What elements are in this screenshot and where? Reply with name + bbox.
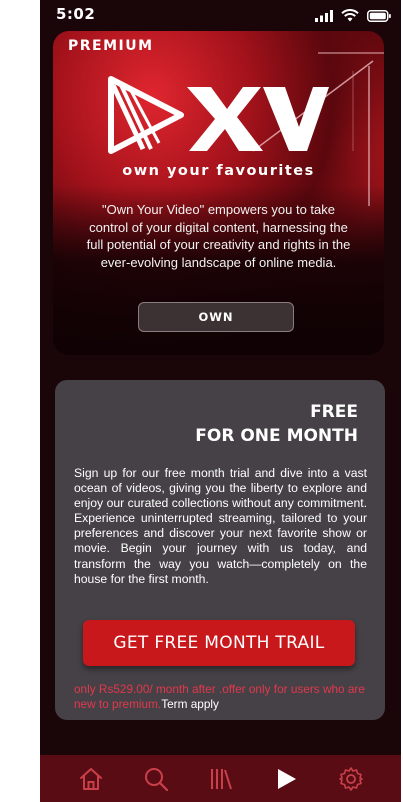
xv-logo	[108, 76, 329, 154]
gear-icon	[338, 766, 363, 791]
bottom-nav	[40, 755, 401, 802]
offer-price-text: only Rs529.00/ month after .offer only f…	[74, 682, 365, 711]
get-free-trial-button[interactable]: GET FREE MONTH TRAIL	[83, 620, 355, 666]
hero-tagline: own your favourites	[122, 163, 315, 179]
own-button[interactable]: OWN	[138, 302, 294, 332]
offer-title-line2: FOR ONE MONTH	[195, 426, 358, 446]
offer-title-line1: FREE	[310, 402, 358, 422]
nav-home[interactable]	[75, 763, 107, 795]
status-bar: 5:02	[40, 0, 401, 30]
status-icons	[315, 9, 391, 22]
home-icon	[79, 767, 102, 790]
premium-badge: PREMIUM	[68, 38, 154, 54]
nav-search[interactable]	[140, 763, 172, 795]
search-icon	[144, 767, 168, 791]
offer-price-note: only Rs529.00/ month after .offer only f…	[74, 682, 374, 712]
nav-library[interactable]	[205, 763, 237, 795]
nav-play[interactable]	[270, 763, 302, 795]
play-icon	[277, 768, 296, 789]
offer-title: FREE FOR ONE MONTH	[195, 400, 358, 448]
hero-description: "Own Your Video" empowers you to take co…	[86, 202, 351, 270]
offer-description: Sign up for our free month trial and div…	[74, 466, 367, 586]
wifi-icon	[341, 9, 359, 22]
nav-settings[interactable]	[335, 763, 367, 795]
library-icon	[210, 768, 232, 789]
free-trial-card: FREE FOR ONE MONTH Sign up for our free …	[55, 380, 385, 720]
app-screen: 5:02 PREMIUM own your favourites "Own Yo…	[40, 0, 401, 802]
status-time: 5:02	[56, 5, 96, 23]
signal-icon	[315, 9, 333, 22]
premium-hero-card: PREMIUM own your favourites "Own Your Vi…	[53, 31, 384, 355]
term-apply-link[interactable]: Term apply	[161, 697, 219, 711]
battery-icon	[367, 9, 391, 22]
